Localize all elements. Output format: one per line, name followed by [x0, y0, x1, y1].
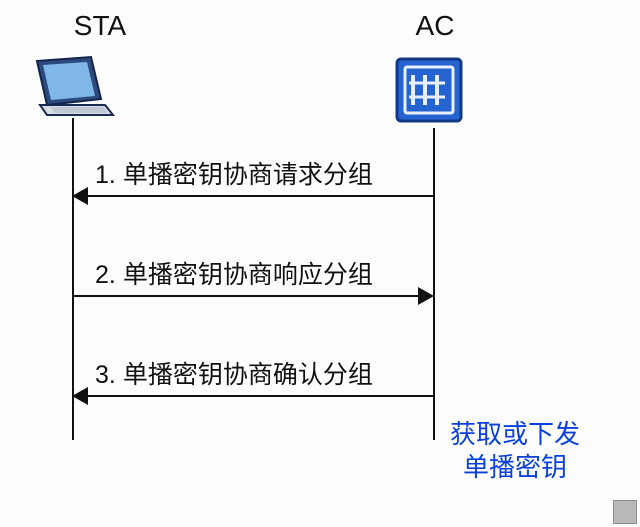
participant-label-ac: AC [395, 10, 475, 42]
message-2-num: 2 [95, 261, 109, 289]
laptop-icon [35, 55, 115, 115]
message-1-num: 1 [95, 161, 109, 189]
message-2-text: 单播密钥协商响应分组 [123, 261, 373, 289]
arrowhead-left-icon [72, 387, 88, 405]
arrowhead-right-icon [418, 287, 434, 305]
message-1-text: 单播密钥协商请求分组 [123, 161, 373, 189]
sequence-diagram: STA AC 1. 单播密钥协商请求分组 [0, 0, 640, 527]
participant-label-sta: STA [50, 10, 150, 42]
message-1-label: 1. 单播密钥协商请求分组 [95, 155, 373, 191]
arrowhead-left-icon [72, 187, 88, 205]
message-3-label: 3. 单播密钥协商确认分组 [95, 355, 373, 391]
note-line-2: 单播密钥 [450, 451, 580, 484]
ac-device-icon [395, 55, 465, 125]
corner-resize-icon [614, 501, 636, 523]
message-2-label: 2. 单播密钥协商响应分组 [95, 255, 373, 291]
message-3-text: 单播密钥协商确认分组 [123, 361, 373, 389]
message-3-num: 3 [95, 361, 109, 389]
note-unicast-key: 获取或下发 单播密钥 [450, 418, 580, 483]
note-line-1: 获取或下发 [450, 418, 580, 451]
lifeline-ac [433, 128, 435, 440]
